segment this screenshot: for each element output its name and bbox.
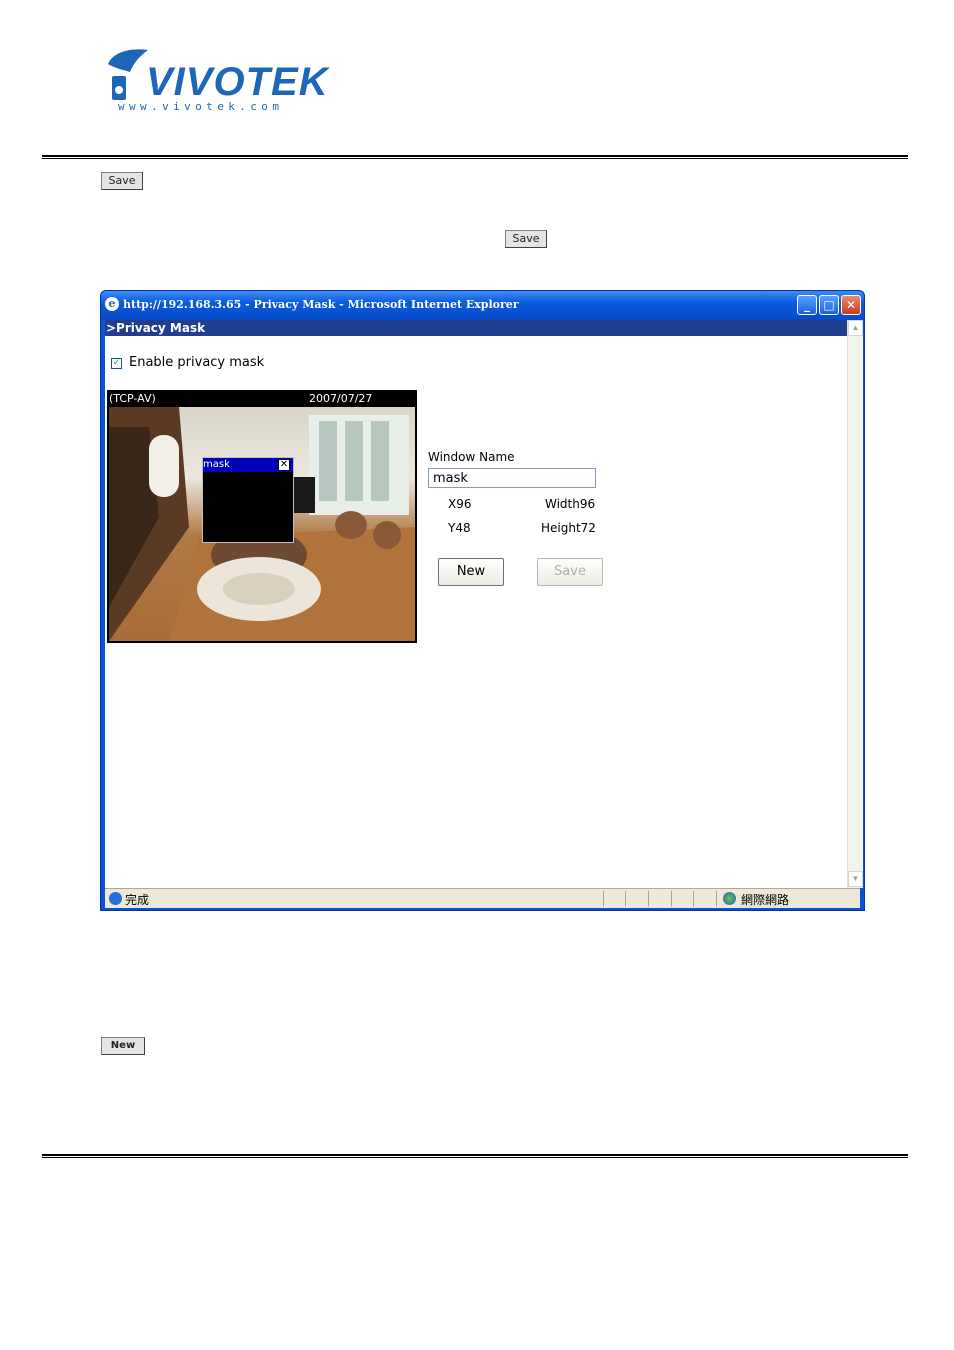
video-view[interactable]: (TCP-AV) 2007/07/27 11:01:47 <box>107 390 417 643</box>
status-text: 完成 <box>125 893 150 907</box>
x-value: X96 <box>448 497 472 511</box>
privacy-mask-window[interactable]: mask ✕ <box>202 457 294 543</box>
page-header: >Privacy Mask <box>105 320 847 336</box>
page-done-icon <box>109 892 122 905</box>
doc-save-button-inline[interactable]: Save <box>505 230 547 248</box>
new-mask-button[interactable]: New <box>438 558 504 586</box>
camera-image: mask ✕ <box>109 407 415 641</box>
scroll-up-icon[interactable]: ▲ <box>848 320 863 336</box>
internet-zone-icon <box>723 892 736 905</box>
browser-window: e http://192.168.3.65 - Privacy Mask - M… <box>100 290 865 911</box>
window-name-input[interactable]: mask <box>428 468 596 488</box>
mask-close-icon[interactable]: ✕ <box>278 459 290 471</box>
enable-privacy-mask-checkbox[interactable]: ✓ <box>111 358 122 369</box>
minimize-icon[interactable]: _ <box>797 295 817 315</box>
brand-url: www.vivotek.com <box>118 100 284 113</box>
title-bar: e http://192.168.3.65 - Privacy Mask - M… <box>101 291 864 320</box>
brand-name: VIVOTEK <box>146 60 329 104</box>
enable-privacy-mask-label: Enable privacy mask <box>129 355 265 370</box>
video-info-bar: (TCP-AV) 2007/07/27 11:01:47 <box>107 390 417 422</box>
doc-new-button[interactable]: New <box>101 1037 145 1055</box>
browser-content: >Privacy Mask ▲ ▼ ✓ Enable privacy mask … <box>105 320 863 888</box>
top-rule <box>42 155 908 159</box>
doc-save-button[interactable]: Save <box>101 172 143 190</box>
vivotek-logo: VIVOTEK www.vivotek.com <box>104 46 328 116</box>
maximize-icon[interactable]: □ <box>819 295 839 315</box>
zone-text: 網際網路 <box>741 893 790 907</box>
video-protocol: (TCP-AV) <box>109 392 156 405</box>
scroll-down-icon[interactable]: ▼ <box>848 871 863 887</box>
ie-icon: e <box>105 297 119 311</box>
window-title: http://192.168.3.65 - Privacy Mask - Mic… <box>123 298 519 311</box>
window-name-label: Window Name <box>428 450 515 464</box>
close-icon[interactable]: ✕ <box>841 295 861 315</box>
status-bar: 完成 網際網路 <box>105 888 860 908</box>
bottom-rule <box>42 1154 908 1158</box>
vertical-scrollbar[interactable]: ▲ ▼ <box>847 320 863 888</box>
y-value: Y48 <box>448 521 471 535</box>
height-value: Height72 <box>541 521 596 535</box>
save-mask-button[interactable]: Save <box>537 558 603 586</box>
width-value: Width96 <box>545 497 596 511</box>
